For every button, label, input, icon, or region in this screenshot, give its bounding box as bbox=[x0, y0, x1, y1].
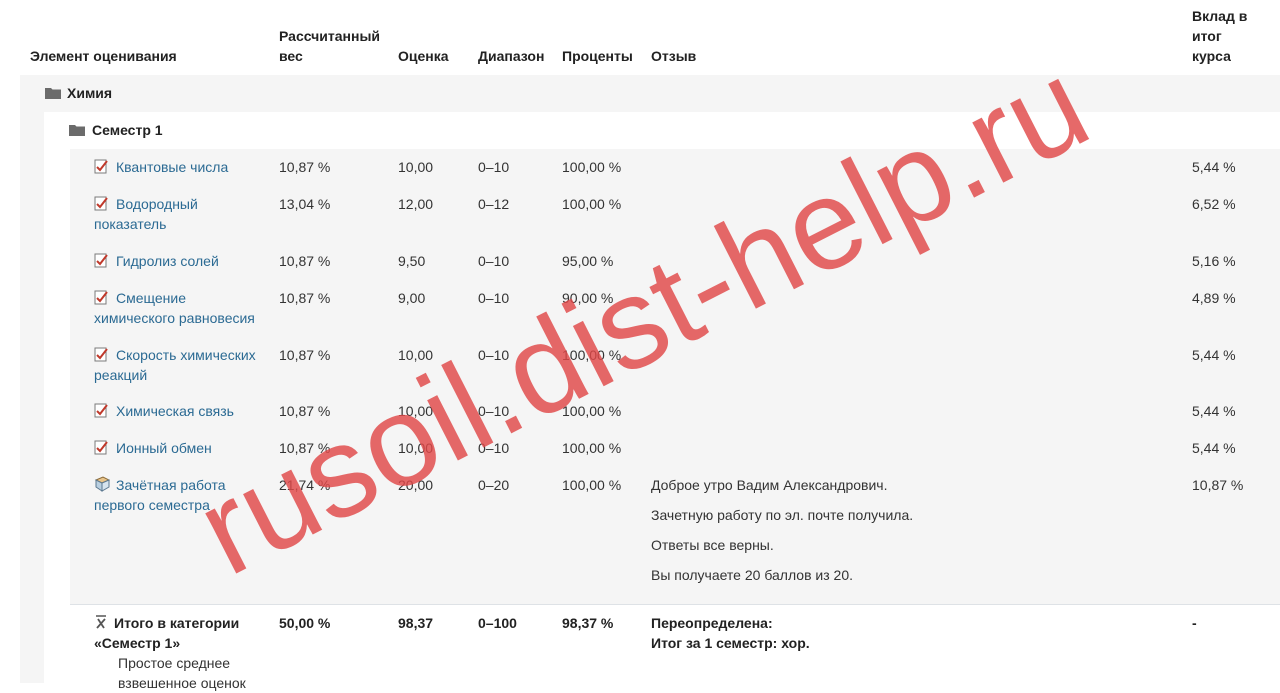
item-contrib: 5,44 % bbox=[1192, 403, 1236, 419]
assignment-feedback: Доброе утро Вадим Александрович. Зачетну… bbox=[651, 475, 1181, 595]
feedback-line: Ответы все верны. bbox=[651, 537, 774, 553]
header-contrib-line3: курса bbox=[1192, 48, 1231, 64]
total-range: 0–100 bbox=[478, 615, 517, 631]
aggregation-method: Простое среднее взвешенное оценок bbox=[118, 655, 246, 691]
header-weight-line2: вес bbox=[279, 48, 303, 64]
header-grade: Оценка bbox=[398, 48, 449, 64]
grade-item-link[interactable]: Химическая связь bbox=[94, 401, 262, 421]
item-range: 0–20 bbox=[478, 477, 510, 493]
total-contrib: - bbox=[1192, 615, 1197, 631]
item-percent: 90,00 % bbox=[562, 290, 614, 306]
item-percent: 100,00 % bbox=[562, 403, 622, 419]
assignment-icon bbox=[94, 476, 110, 492]
header-contrib-line1: Вклад в bbox=[1192, 8, 1248, 24]
item-grade: 20,00 bbox=[398, 477, 434, 493]
feedback-line: Зачетную работу по эл. почте получила. bbox=[651, 507, 914, 523]
mean-icon bbox=[96, 615, 106, 629]
item-grade: 10,00 bbox=[398, 159, 434, 175]
item-contrib: 5,44 % bbox=[1192, 347, 1236, 363]
quiz-icon bbox=[94, 403, 108, 418]
item-weight: 10,87 % bbox=[279, 253, 331, 269]
item-contrib: 4,89 % bbox=[1192, 290, 1236, 306]
item-weight: 10,87 % bbox=[279, 347, 331, 363]
category-indent bbox=[44, 149, 70, 683]
header-range: Диапазон bbox=[478, 48, 545, 64]
grade-item-link[interactable]: Скорость химических реакций bbox=[94, 345, 262, 385]
item-weight: 21,74 % bbox=[279, 477, 331, 493]
grade-item-row: Водородный показатель 13,04 % 12,00 0–12 … bbox=[70, 186, 1280, 244]
item-percent: 100,00 % bbox=[562, 196, 622, 212]
quiz-icon bbox=[94, 253, 108, 268]
header-percent: Проценты bbox=[562, 48, 633, 64]
item-grade: 10,00 bbox=[398, 403, 434, 419]
quiz-icon bbox=[94, 440, 108, 455]
item-range: 0–10 bbox=[478, 440, 510, 456]
header-contrib-line2: итог bbox=[1192, 28, 1222, 44]
item-percent: 100,00 % bbox=[562, 159, 622, 175]
item-weight: 10,87 % bbox=[279, 403, 331, 419]
course-category-name: Химия bbox=[67, 85, 113, 101]
grade-item-link[interactable]: Квантовые числа bbox=[94, 157, 262, 177]
grade-item-row: Химическая связь 10,87 % 10,00 0–10 100,… bbox=[70, 393, 1280, 431]
grade-item-row: Ионный обмен 10,87 % 10,00 0–10 100,00 %… bbox=[70, 430, 1280, 468]
header-weight-line1: Рассчитанный bbox=[279, 28, 381, 44]
item-contrib: 5,16 % bbox=[1192, 253, 1236, 269]
feedback-line: Вы получаете 20 баллов из 20. bbox=[651, 567, 853, 583]
item-percent: 95,00 % bbox=[562, 253, 614, 269]
grade-item-link[interactable]: Ионный обмен bbox=[94, 438, 262, 458]
total-feedback: Переопределена: Итог за 1 семестр: хор. bbox=[651, 615, 810, 651]
item-grade: 12,00 bbox=[398, 196, 434, 212]
feedback-line: Доброе утро Вадим Александрович. bbox=[651, 477, 888, 493]
item-grade: 9,00 bbox=[398, 290, 426, 306]
item-range: 0–10 bbox=[478, 159, 510, 175]
assignment-row: Зачётная работа первого семестра 21,74 % … bbox=[70, 467, 1280, 605]
item-weight: 13,04 % bbox=[279, 196, 331, 212]
item-contrib: 6,52 % bbox=[1192, 196, 1236, 212]
item-contrib: 10,87 % bbox=[1192, 477, 1244, 493]
grade-item-link[interactable]: Водородный показатель bbox=[94, 194, 262, 234]
grade-item-row: Смещение химического равновесия 10,87 % 9… bbox=[70, 280, 1280, 338]
item-range: 0–10 bbox=[478, 253, 510, 269]
quiz-icon bbox=[94, 290, 108, 305]
course-category-row: Химия bbox=[20, 75, 1280, 113]
item-weight: 10,87 % bbox=[279, 159, 331, 175]
item-range: 0–12 bbox=[478, 196, 510, 212]
semester-category-row: Семестр 1 bbox=[44, 112, 1280, 150]
item-percent: 100,00 % bbox=[562, 477, 622, 493]
category-total-label: Итого в категории «Семестр 1» bbox=[94, 615, 240, 651]
grade-item-link[interactable]: Гидролиз солей bbox=[94, 251, 262, 271]
item-range: 0–10 bbox=[478, 403, 510, 419]
grade-item-row: Скорость химических реакций 10,87 % 10,00… bbox=[70, 337, 1280, 394]
item-range: 0–10 bbox=[478, 290, 510, 306]
total-grade: 98,37 bbox=[398, 615, 434, 631]
item-weight: 10,87 % bbox=[279, 440, 331, 456]
item-weight: 10,87 % bbox=[279, 290, 331, 306]
item-grade: 9,50 bbox=[398, 253, 426, 269]
folder-icon bbox=[45, 88, 61, 99]
header-item: Элемент оценивания bbox=[30, 48, 177, 64]
grade-table-header: Элемент оценивания Рассчитанный вес Оцен… bbox=[20, 0, 1280, 76]
total-percent: 98,37 % bbox=[562, 615, 614, 631]
grade-item-row: Квантовые числа 10,87 % 10,00 0–10 100,0… bbox=[70, 149, 1280, 187]
semester-category-name: Семестр 1 bbox=[92, 122, 163, 138]
grade-item-row: Гидролиз солей 10,87 % 9,50 0–10 95,00 %… bbox=[70, 243, 1280, 281]
grade-item-link[interactable]: Смещение химического равновесия bbox=[94, 288, 262, 328]
assignment-link[interactable]: Зачётная работа первого семестра bbox=[94, 475, 262, 515]
item-contrib: 5,44 % bbox=[1192, 159, 1236, 175]
item-percent: 100,00 % bbox=[562, 440, 622, 456]
folder-icon bbox=[69, 125, 85, 136]
category-total-row: Итого в категории «Семестр 1» Простое сре… bbox=[70, 604, 1280, 691]
total-weight: 50,00 % bbox=[279, 615, 331, 631]
item-grade: 10,00 bbox=[398, 440, 434, 456]
item-percent: 100,00 % bbox=[562, 347, 622, 363]
item-contrib: 5,44 % bbox=[1192, 440, 1236, 456]
header-feedback: Отзыв bbox=[651, 48, 697, 64]
item-grade: 10,00 bbox=[398, 347, 434, 363]
category-indent bbox=[20, 112, 44, 683]
quiz-icon bbox=[94, 196, 108, 211]
item-range: 0–10 bbox=[478, 347, 510, 363]
quiz-icon bbox=[94, 347, 108, 362]
quiz-icon bbox=[94, 159, 108, 174]
